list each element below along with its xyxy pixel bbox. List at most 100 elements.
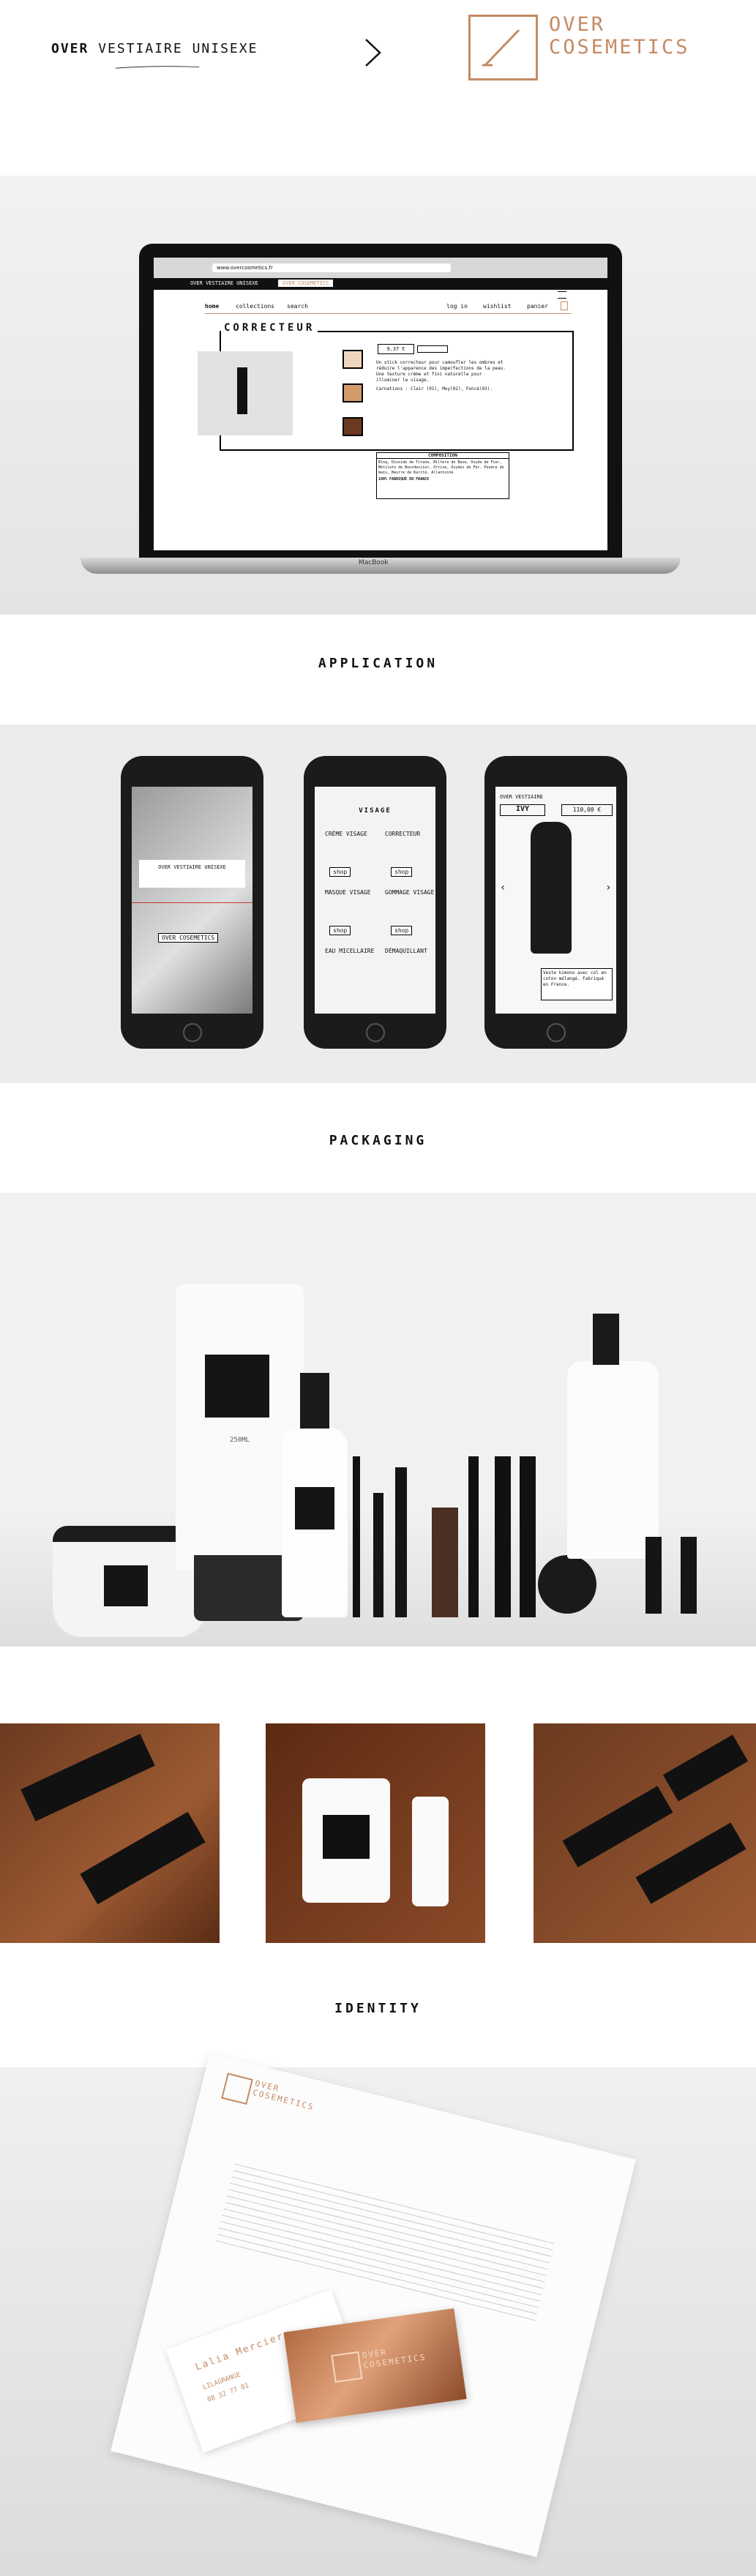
photo-box-5	[662, 1734, 749, 1802]
phone-2-shop-button-2[interactable]: shop	[391, 867, 413, 877]
home-button-icon[interactable]	[366, 1023, 385, 1042]
arrow-left-icon[interactable]: ‹	[500, 882, 506, 894]
add-to-cart-button[interactable]	[417, 345, 448, 353]
phone-1-screen: OVER VESTIAIRE UNISEXE OVER COSEMETICS	[132, 787, 252, 1014]
nav-collections[interactable]: collections	[236, 303, 274, 310]
card-wordmark: OVER COSEMETICS	[362, 2342, 427, 2371]
site-topbar: OVER VESTIAIRE UNISEXE OVER COSEMETICS	[154, 278, 607, 290]
photo-spray-bottle	[412, 1797, 449, 1906]
nav-home[interactable]: home	[205, 303, 219, 310]
model-jacket	[531, 822, 572, 954]
mascara-2	[395, 1467, 407, 1617]
brow-pencil	[468, 1456, 479, 1617]
arrow-right-icon[interactable]: ›	[605, 882, 611, 894]
spray-bottle	[282, 1427, 348, 1617]
tab-vestiaire[interactable]: OVER VESTIAIRE UNISEXE	[190, 280, 258, 286]
made-in-label: 100% FABRIQUÉ EN FRANCE	[378, 477, 430, 482]
phone-2-item-6[interactable]: DÉMAQUILLANT	[385, 948, 427, 954]
phone-3-price: 110,00 €	[561, 804, 613, 816]
phone-2-item-3[interactable]: MASQUE VISAGE	[325, 889, 371, 896]
concealer-pen-2	[520, 1456, 536, 1617]
product-shades: Carnations : Clair (01), Moy(02), Foncé(…	[376, 386, 493, 392]
letterhead-logo-mark	[221, 2073, 253, 2105]
nav-search[interactable]: search	[287, 303, 308, 310]
header-brand: OVER VESTIAIRE UNISEXE	[51, 41, 258, 56]
phone-2-header: VISAGE	[359, 807, 392, 815]
header-brand-prefix: OVER	[51, 41, 89, 56]
photo-bottles-wood	[266, 1723, 485, 1943]
lip-balm-2	[681, 1537, 697, 1614]
concealer-pen-1	[495, 1456, 511, 1617]
section-title-identity: IDENTITY	[334, 2001, 422, 2016]
logo-mark	[468, 15, 538, 80]
phone-1-red-line	[132, 902, 252, 903]
home-button-icon[interactable]	[547, 1023, 566, 1042]
phone-2-item-1[interactable]: CRÈME VISAGE	[325, 831, 367, 837]
laptop-screen: www.overcosmetics.fr OVER VESTIAIRE UNIS…	[154, 258, 607, 550]
tab-cosmetics[interactable]: OVER COSEMETICS	[278, 280, 334, 287]
eyeliner-pencil	[353, 1456, 360, 1617]
spray-pump	[300, 1373, 329, 1429]
shade-swatch-dark[interactable]	[343, 417, 363, 436]
home-button-icon[interactable]	[183, 1023, 202, 1042]
photo-box-2	[80, 1811, 206, 1905]
phone-2-item-2[interactable]: CORRECTEUR	[385, 831, 420, 837]
product-title: CORRECTEUR	[221, 322, 318, 334]
photo-lotion-label	[323, 1815, 370, 1859]
mascara-1	[373, 1493, 383, 1617]
photo-box-4	[635, 1822, 746, 1904]
photo-boxes-wood	[0, 1723, 220, 1943]
price: 9.37 €	[378, 344, 414, 354]
composition-text: Bloq, Dioxide de Titane, Miltere de Base…	[378, 460, 504, 475]
cart-count-badge[interactable]	[561, 302, 568, 310]
phone-2-shop-button-4[interactable]: shop	[391, 926, 413, 935]
composition-box: COMPOSITION Bloq, Dioxide de Titane, Mil…	[376, 452, 509, 499]
phone-2-shop-button-1[interactable]: shop	[329, 867, 351, 877]
photo-lotion-bottle	[302, 1778, 390, 1903]
browser-toolbar: www.overcosmetics.fr	[154, 258, 607, 278]
logo-wordmark: OVER COSEMETICS	[549, 13, 690, 59]
logo-line-1: OVER	[549, 13, 606, 36]
spray-label	[295, 1487, 334, 1530]
nav-wishlist[interactable]: wishlist	[483, 303, 512, 310]
section-title-application: APPLICATION	[318, 656, 438, 671]
lipgloss	[432, 1508, 458, 1617]
browser-url-field[interactable]: www.overcosmetics.fr	[212, 263, 451, 272]
phone-3-brand: OVER VESTIAIRE	[500, 794, 544, 800]
jar-label	[104, 1565, 148, 1606]
nav-login[interactable]: log in	[446, 303, 468, 310]
lotion-bottle	[567, 1361, 659, 1559]
product-description: Un stick correcteur pour camoufler les o…	[376, 360, 506, 383]
logo-slash-icon	[482, 29, 520, 67]
phone-1-cosmetics-button[interactable]: OVER COSEMETICS	[158, 933, 219, 943]
phone-3-screen: OVER VESTIAIRE IVY 110,00 € ‹ › Veste ki…	[495, 787, 616, 1014]
card-name: Lalia Mercier	[194, 2330, 286, 2373]
menu-icon[interactable]	[558, 291, 566, 299]
laptop-brand: MacBook	[359, 559, 389, 566]
phone-1-card: OVER VESTIAIRE UNISEXE	[139, 860, 245, 888]
phone-2-screen: VISAGE CRÈME VISAGE CORRECTEUR MASQUE VI…	[315, 787, 435, 1014]
section-title-packaging: PACKAGING	[329, 1133, 427, 1148]
stick-product	[237, 367, 247, 414]
tube-volume: 250ML	[230, 1437, 250, 1444]
phone-2-shop-button-3[interactable]: shop	[329, 926, 351, 935]
handdrawn-underline	[115, 66, 200, 69]
photo-box-3	[562, 1786, 673, 1868]
card-logo-mark	[331, 2351, 363, 2383]
phone-2-item-4[interactable]: GOMMAGE VISAGE	[385, 889, 434, 896]
shade-swatch-medium[interactable]	[343, 383, 363, 402]
nav-panier[interactable]: panier	[527, 303, 548, 310]
letterhead-wordmark: OVER COSEMETICS	[252, 2078, 318, 2112]
logo-line-2: COSEMETICS	[549, 36, 690, 59]
phone-1-label: OVER VESTIAIRE UNISEXE	[158, 864, 226, 870]
phone-2-item-5[interactable]: EAU MICELLAIRE	[325, 948, 374, 954]
phone-3-caption: Veste kimono avec col en coton mélangé. …	[541, 968, 613, 1000]
shade-swatch-light[interactable]	[343, 350, 363, 369]
product-photo	[198, 351, 293, 435]
header-brand-rest: VESTIAIRE UNISEXE	[98, 41, 258, 56]
composition-heading: COMPOSITION	[377, 453, 509, 459]
chevron-right-icon	[365, 39, 381, 67]
nav-divider	[205, 313, 571, 314]
photo-lipbalm-boxes	[534, 1723, 756, 1943]
letter-body-lines	[215, 2157, 556, 2324]
